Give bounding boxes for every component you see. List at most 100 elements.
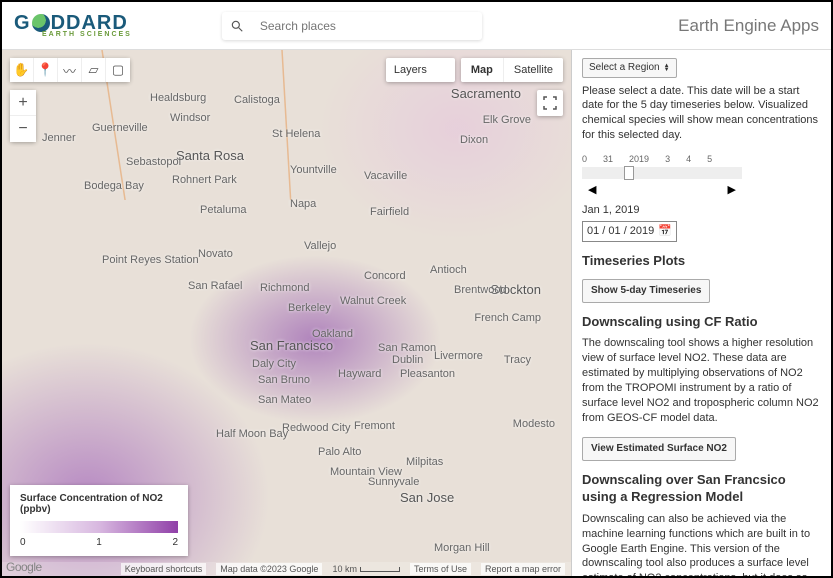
legend-tick-0: 0 [20,537,26,548]
city-st-helena: St Helena [272,128,320,140]
city-palo-alto: Palo Alto [318,446,361,458]
city-milpitas: Milpitas [406,456,443,468]
date-input[interactable]: 01 / 01 / 2019 📅 [582,221,677,242]
city-windsor: Windsor [170,112,210,124]
city-healdsburg: Healdsburg [150,92,206,104]
city-dixon: Dixon [460,134,488,146]
drawing-toolbar: ✋ 📍 〰 ▱ ▢ [10,58,130,82]
regression-description: Downscaling can also be achieved via the… [582,512,821,576]
timeseries-heading: Timeseries Plots [582,252,821,270]
city-calistoga: Calistoga [234,94,280,106]
city-antioch: Antioch [430,264,467,276]
city-vacaville: Vacaville [364,170,407,182]
maptype-map[interactable]: Map [461,58,503,82]
slider-prev-button[interactable]: ◀ [582,182,602,197]
search-box[interactable] [222,12,482,40]
logo-text: DDARD [51,13,128,33]
report-error-link[interactable]: Report a map error [481,563,565,575]
legend-tick-2: 2 [172,537,178,548]
city-sebastopol: Sebastopol [126,156,181,168]
show-timeseries-button[interactable]: Show 5-day Timeseries [582,279,710,303]
terms-link[interactable]: Terms of Use [410,563,471,575]
city-richmond: Richmond [260,282,310,294]
city-napa: Napa [290,198,316,210]
region-select[interactable]: Select a Region ▲▼ [582,58,677,78]
city-french-camp: French Camp [474,312,541,324]
city-san-ramon: San Ramon [378,342,436,354]
city-santa-rosa: Santa Rosa [176,148,244,163]
zoom-out-button[interactable]: − [10,116,36,142]
rectangle-tool[interactable]: ▢ [106,58,130,82]
polygon-tool[interactable]: ▱ [82,58,106,82]
side-panel: Select a Region ▲▼ Please select a date.… [571,50,831,576]
city-fremont: Fremont [354,420,395,432]
pan-tool[interactable]: ✋ [10,58,34,82]
city-livermore: Livermore [434,350,483,362]
city-fairfield: Fairfield [370,206,409,218]
search-icon [230,19,244,33]
city-brentwood: Brentwood [454,284,507,296]
city-san-mateo: San Mateo [258,394,311,406]
city-elk-grove: Elk Grove [483,114,531,126]
slider-handle[interactable] [624,166,634,180]
legend-title: Surface Concentration of NO2 (ppbv) [20,493,178,515]
city-tracy: Tracy [504,354,531,366]
city-rohnert-park: Rohnert Park [172,174,237,186]
keyboard-shortcuts-link[interactable]: Keyboard shortcuts [121,563,207,575]
globe-icon [32,14,50,32]
city-guerneville: Guerneville [92,122,148,134]
zoom-control: + − [10,90,36,142]
city-walnut-creek: Walnut Creek [340,295,406,307]
region-select-label: Select a Region [589,61,660,75]
date-slider[interactable]: 0 31 2019 3 4 5 ◀ ▶ [582,153,821,197]
city-daly-city: Daly City [252,358,296,370]
city-redwood-city: Redwood City [282,422,350,434]
city-pleasanton: Pleasanton [400,368,455,380]
legend-gradient [20,521,178,533]
scale-bar: 10 km [332,564,400,574]
city-san-francisco: San Francisco [250,338,333,353]
cf-description: The downscaling tool shows a higher reso… [582,336,821,425]
fullscreen-icon [543,96,557,110]
logo: G DDARD EARTH SCIENCES [14,13,132,38]
city-novato: Novato [198,248,233,260]
city-san-rafael: San Rafael [188,280,242,292]
calendar-icon: 📅 [658,224,672,239]
map-attribution: Map data ©2023 Google [216,563,322,575]
app-title: Earth Engine Apps [678,16,819,36]
slider-track[interactable] [582,167,742,179]
layers-dropdown[interactable]: Layers [386,58,455,82]
city-morgan-hill: Morgan Hill [434,542,490,554]
search-input[interactable] [258,18,474,34]
city-hayward: Hayward [338,368,381,380]
logo-letter-g: G [14,13,31,33]
scale-label: 10 km [332,564,357,574]
logo-subtitle: EARTH SCIENCES [42,31,132,38]
maptype-toggle: Map Satellite [461,58,563,82]
city-sacramento: Sacramento [451,86,521,101]
map-footer: Keyboard shortcuts Map data ©2023 Google… [2,562,571,576]
map-canvas[interactable]: Sacramento Santa Rosa San Francisco San … [2,50,571,576]
view-cf-no2-button[interactable]: View Estimated Surface NO2 [582,437,736,461]
city-vallejo: Vallejo [304,240,336,252]
city-sunnyvale: Sunnyvale [368,476,419,488]
maptype-satellite[interactable]: Satellite [503,58,563,82]
intro-text: Please select a date. This date will be … [582,84,821,143]
sort-icon: ▲▼ [664,64,670,72]
zoom-in-button[interactable]: + [10,90,36,116]
city-san-bruno: San Bruno [258,374,310,386]
city-berkeley: Berkeley [288,302,331,314]
legend: Surface Concentration of NO2 (ppbv) 0 1 … [10,485,188,556]
city-san-jose: San Jose [400,490,454,505]
city-point-reyes: Point Reyes Station [102,254,199,266]
line-tool[interactable]: 〰 [58,58,82,82]
date-input-value: 01 / 01 / 2019 [587,224,654,239]
point-tool[interactable]: 📍 [34,58,58,82]
slider-next-button[interactable]: ▶ [722,182,742,197]
city-half-moon-bay: Half Moon Bay [216,428,288,440]
header: G DDARD EARTH SCIENCES Earth Engine Apps [2,2,831,50]
slider-tick-labels: 0 31 2019 3 4 5 [582,153,821,165]
city-concord: Concord [364,270,406,282]
city-yountville: Yountville [290,164,337,176]
fullscreen-button[interactable] [537,90,563,116]
